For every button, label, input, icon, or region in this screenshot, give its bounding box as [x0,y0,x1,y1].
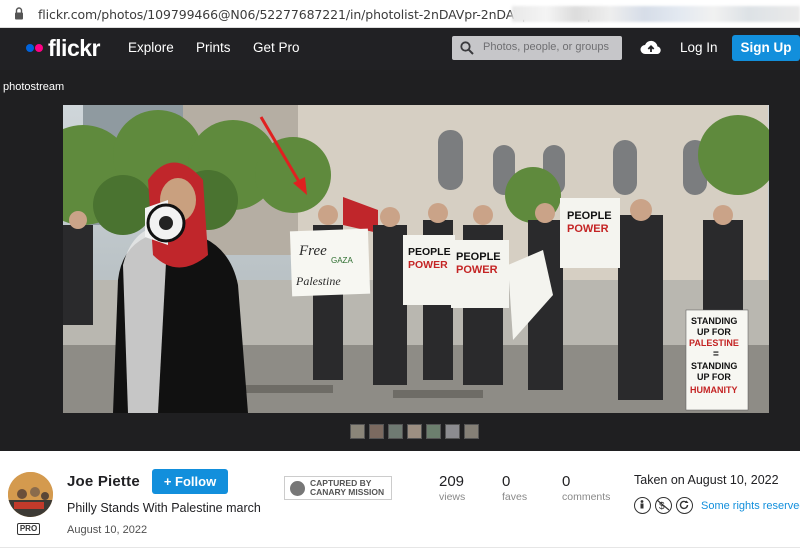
views-stat: 209 views [439,473,465,503]
badge-line-2: CANARY MISSION [310,487,385,497]
sign-gaza: GAZA [331,256,353,265]
taken-date: Taken on August 10, 2022 [634,473,779,487]
sign-palestine-script: Palestine [295,274,341,288]
svg-text:PALESTINE: PALESTINE [689,338,739,348]
svg-text:UP FOR: UP FOR [697,327,731,337]
photo-illustration: Free GAZA Palestine PEOPLE POWER PEOPLE … [63,105,769,413]
people-power-sign-2: PEOPLE POWER [451,240,509,308]
browser-address-bar: flickr.com/photos/109799466@N06/52277687… [0,0,800,28]
upload-cloud-icon[interactable] [640,38,662,56]
svg-text:HUMANITY: HUMANITY [690,385,738,395]
comments-stat: 0 comments [562,473,610,503]
follow-button[interactable]: + Follow [152,469,228,494]
svg-text:UP FOR: UP FOR [697,372,731,382]
faves-count: 0 [502,473,511,490]
svg-text:POWER: POWER [408,259,448,271]
cc-noncommercial-icon[interactable]: $ [655,497,672,514]
thumbnail[interactable] [388,424,403,439]
captured-badge: CAPTURED BY CANARY MISSION [284,476,392,500]
back-to-photostream-link[interactable]: photostream [3,81,64,93]
svg-text:PEOPLE: PEOPLE [567,210,612,222]
license-row: $ Some rights reserved [634,497,800,514]
search-icon [460,41,474,55]
thumbnail[interactable] [369,424,384,439]
canary-mission-icon [290,480,305,496]
logo-pink-dot [35,44,43,52]
flickr-logo[interactable]: flickr [26,34,100,61]
faves-label: faves [502,491,528,503]
search-placeholder: Photos, people, or groups [483,41,609,53]
owner-name[interactable]: Joe Piette [67,473,140,490]
photo-title: Philly Stands With Palestine march [67,501,261,515]
people-power-sign-3: PEOPLE POWER [560,198,620,268]
faves-stat: 0 faves [502,473,527,503]
logo-wordmark: flickr [48,34,100,61]
photo-date: August 10, 2022 [67,524,148,536]
lock-icon [15,7,23,20]
views-count: 209 [439,473,465,490]
svg-text:=: = [713,349,719,360]
thumbnail[interactable] [445,424,460,439]
thumbnail-strip [350,424,479,439]
nav-get-pro[interactable]: Get Pro [253,40,300,55]
thumbnail[interactable] [407,424,422,439]
login-link[interactable]: Log In [680,40,718,55]
photo-info-panel: PRO Joe Piette + Follow Philly Stands Wi… [0,451,800,553]
thumbnail[interactable] [464,424,479,439]
photo-viewer: photostream Free GAZA Palestine PEOPLE P… [0,70,800,451]
thumbnail[interactable] [350,424,365,439]
thumbnail[interactable] [426,424,441,439]
svg-text:STANDING: STANDING [691,316,737,326]
comments-count: 0 [562,473,571,490]
svg-text:PEOPLE: PEOPLE [408,246,451,258]
svg-text:PEOPLE: PEOPLE [456,251,501,263]
blurred-extensions [512,6,800,22]
main-photo[interactable]: Free GAZA Palestine PEOPLE POWER PEOPLE … [63,105,769,413]
some-rights-reserved-link[interactable]: Some rights reserved [701,500,800,512]
nav-prints[interactable]: Prints [196,40,231,55]
site-header: flickr Explore Prints Get Pro Photos, pe… [0,28,800,70]
sign-free: Free [298,243,327,259]
owner-avatar[interactable] [8,472,53,517]
signup-button[interactable]: Sign Up [732,35,800,61]
views-label: views [439,491,466,503]
pro-badge: PRO [17,523,40,535]
logo-blue-dot [26,44,34,52]
standing-up-sign: STANDING UP FOR PALESTINE = STANDING UP … [685,309,749,411]
people-power-sign-1: PEOPLE POWER [403,235,455,305]
nav-explore[interactable]: Explore [128,40,174,55]
svg-text:POWER: POWER [456,264,498,276]
svg-text:POWER: POWER [567,223,609,235]
search-box[interactable]: Photos, people, or groups [452,36,622,60]
cc-attribution-icon[interactable] [634,497,651,514]
comments-label: comments [562,491,611,503]
svg-text:STANDING: STANDING [691,361,737,371]
info-divider [0,547,800,548]
cc-sharealike-icon[interactable] [676,497,693,514]
